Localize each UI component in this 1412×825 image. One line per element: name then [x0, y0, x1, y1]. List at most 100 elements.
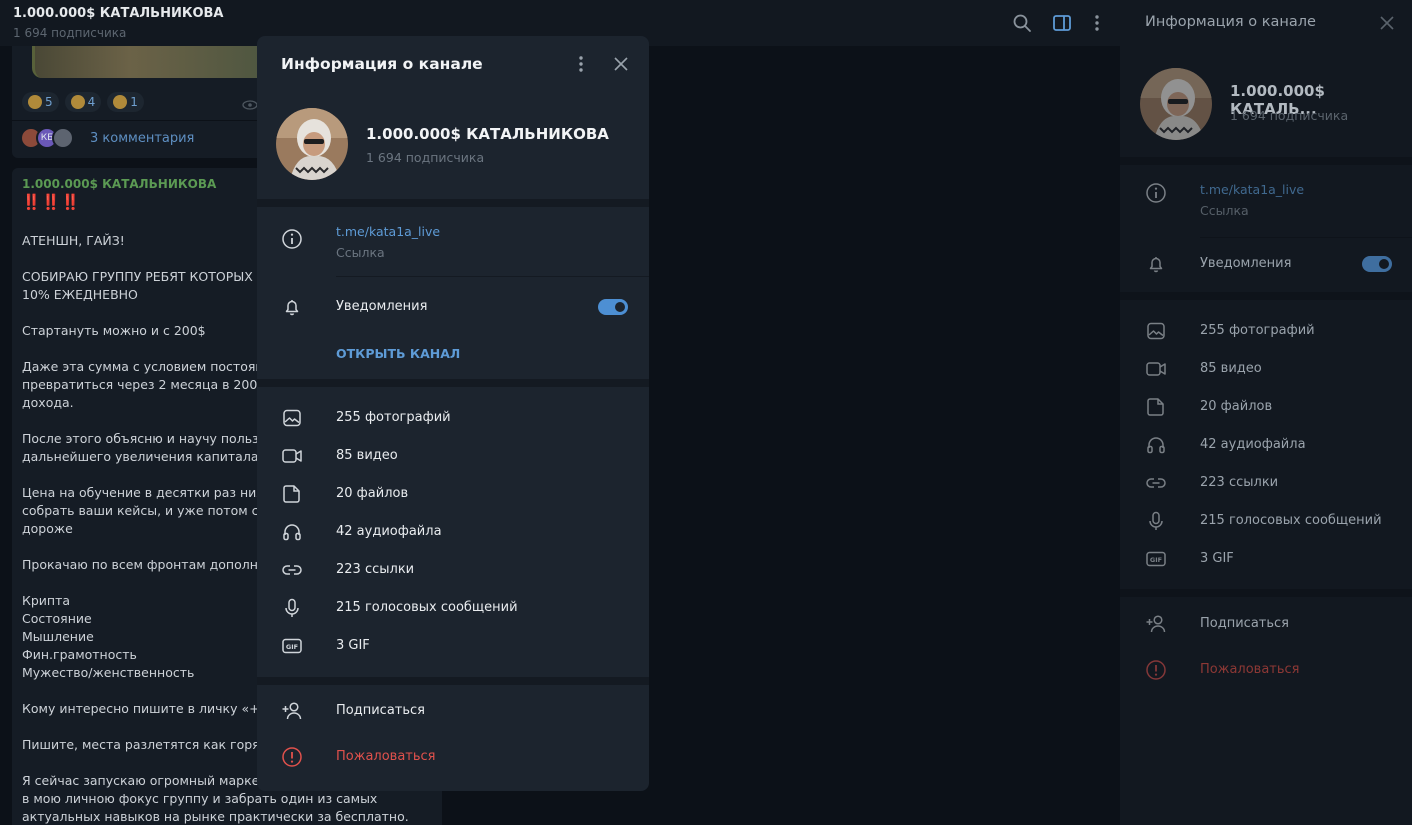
notifications-label: Уведомления	[336, 299, 428, 314]
chat-title[interactable]: 1.000.000$ КАТАЛЬНИКОВА	[13, 6, 224, 21]
toggle-knob	[1377, 257, 1391, 271]
close-icon[interactable]	[1378, 14, 1396, 32]
reaction-thinking[interactable]: 1	[107, 92, 144, 112]
divider	[1120, 157, 1412, 165]
media-row-files[interactable]: 20 файлов	[257, 475, 649, 513]
message-author[interactable]: 1.000.000$ КАТАЛЬНИКОВА	[22, 177, 216, 191]
media-label: 3 GIF	[336, 638, 370, 653]
close-icon[interactable]	[611, 54, 631, 74]
media-row-links[interactable]: 223 ссылки	[1120, 464, 1412, 502]
report-label: Пожаловаться	[336, 749, 436, 764]
divider	[1200, 237, 1412, 238]
media-label: 85 видео	[336, 448, 398, 463]
media-label: 223 ссылки	[1200, 475, 1279, 490]
channel-avatar[interactable]	[276, 108, 348, 180]
notifications-label: Уведомления	[1200, 256, 1292, 271]
media-row-videos[interactable]: 85 видео	[1120, 350, 1412, 388]
media-row-photos[interactable]: 255 фотографий	[257, 399, 649, 437]
reaction-grin[interactable]: 4	[64, 92, 102, 112]
avatar	[52, 127, 74, 149]
media-row-links[interactable]: 223 ссылки	[257, 551, 649, 589]
media-row-gif[interactable]: GIF 3 GIF	[1120, 540, 1412, 578]
thinking-icon	[113, 95, 128, 109]
grin-icon	[70, 95, 85, 109]
info-sidebar: Информация о канале 1.000.000$ КАТАЛЬ...…	[1120, 0, 1412, 825]
link-icon	[281, 559, 303, 581]
comments-label[interactable]: 3 комментария	[90, 131, 194, 146]
file-icon	[281, 483, 303, 505]
reaction-thumbs-up[interactable]: 5	[22, 92, 59, 112]
headphones-icon	[1145, 434, 1167, 456]
report-row[interactable]: Пожаловаться	[1120, 651, 1412, 689]
message-image[interactable]	[32, 46, 272, 78]
divider	[257, 677, 649, 685]
media-label: 20 файлов	[1200, 399, 1273, 414]
sidebar-title: Информация о канале	[1145, 14, 1316, 30]
link-row[interactable]: t.me/kata1a_live Ссылка	[1120, 174, 1412, 230]
headphones-icon	[281, 521, 303, 543]
warning-icon	[1145, 659, 1167, 681]
divider	[257, 199, 649, 207]
more-vertical-icon[interactable]	[571, 54, 591, 74]
open-channel-button[interactable]: ОТКРЫТЬ КАНАЛ	[336, 346, 460, 361]
microphone-icon	[281, 597, 303, 619]
message-marks: ‼️‼️‼️	[22, 193, 82, 211]
channel-link[interactable]: t.me/kata1a_live	[1200, 182, 1304, 197]
subscriber-count: 1 694 подписчика	[1230, 108, 1349, 123]
link-caption: Ссылка	[336, 245, 385, 260]
views-icon	[242, 100, 258, 110]
search-icon[interactable]	[1011, 12, 1033, 34]
divider	[1120, 292, 1412, 300]
video-icon	[281, 445, 303, 467]
notifications-row[interactable]: Уведомления	[257, 288, 649, 326]
media-label: 42 аудиофайла	[1200, 437, 1306, 452]
file-icon	[1145, 396, 1167, 418]
media-label: 223 ссылки	[336, 562, 415, 577]
subscribe-label: Подписаться	[336, 703, 425, 718]
info-icon	[281, 228, 303, 250]
svg-text:GIF: GIF	[286, 643, 298, 651]
media-row-photos[interactable]: 255 фотографий	[1120, 312, 1412, 350]
link-caption: Ссылка	[1200, 203, 1249, 218]
media-label: 20 файлов	[336, 486, 409, 501]
report-label: Пожаловаться	[1200, 662, 1300, 677]
channel-link[interactable]: t.me/kata1a_live	[336, 224, 440, 239]
video-icon	[1145, 358, 1167, 380]
add-user-icon	[281, 700, 303, 722]
media-label: 255 фотографий	[1200, 323, 1315, 338]
media-row-videos[interactable]: 85 видео	[257, 437, 649, 475]
photo-icon	[1145, 320, 1167, 342]
warning-icon	[281, 746, 303, 768]
report-row[interactable]: Пожаловаться	[257, 738, 649, 776]
media-row-voice[interactable]: 215 голосовых сообщений	[1120, 502, 1412, 540]
media-row-gif[interactable]: GIF 3 GIF	[257, 627, 649, 665]
reaction-count: 4	[87, 95, 96, 109]
media-row-audio[interactable]: 42 аудиофайла	[1120, 426, 1412, 464]
notifications-row[interactable]: Уведомления	[1120, 245, 1412, 283]
channel-info-modal: Информация о канале 1.000.000$ КАТАЛЬНИК…	[257, 36, 649, 791]
media-row-audio[interactable]: 42 аудиофайла	[257, 513, 649, 551]
photo-icon	[281, 407, 303, 429]
channel-avatar[interactable]	[1140, 68, 1212, 140]
notifications-toggle[interactable]	[598, 299, 628, 315]
media-label: 255 фотографий	[336, 410, 451, 425]
subscribe-row[interactable]: Подписаться	[257, 692, 649, 730]
subscribe-row[interactable]: Подписаться	[1120, 605, 1412, 643]
media-label: 215 голосовых сообщений	[1200, 513, 1382, 528]
media-row-voice[interactable]: 215 голосовых сообщений	[257, 589, 649, 627]
modal-title: Информация о канале	[281, 55, 483, 73]
link-icon	[1145, 472, 1167, 494]
subscribe-label: Подписаться	[1200, 616, 1289, 631]
microphone-icon	[1145, 510, 1167, 532]
media-row-files[interactable]: 20 файлов	[1120, 388, 1412, 426]
media-label: 42 аудиофайла	[336, 524, 442, 539]
link-row[interactable]: t.me/kata1a_live Ссылка	[257, 220, 649, 276]
more-vertical-icon[interactable]	[1086, 12, 1108, 34]
reactions: 5 4 1	[22, 92, 144, 112]
notifications-toggle[interactable]	[1362, 256, 1392, 272]
bell-icon	[1145, 253, 1167, 275]
info-icon	[1145, 182, 1167, 204]
sidebar-toggle-icon[interactable]	[1051, 12, 1073, 34]
divider	[336, 276, 649, 277]
comments-bar[interactable]: КБ 3 комментария	[20, 124, 194, 152]
